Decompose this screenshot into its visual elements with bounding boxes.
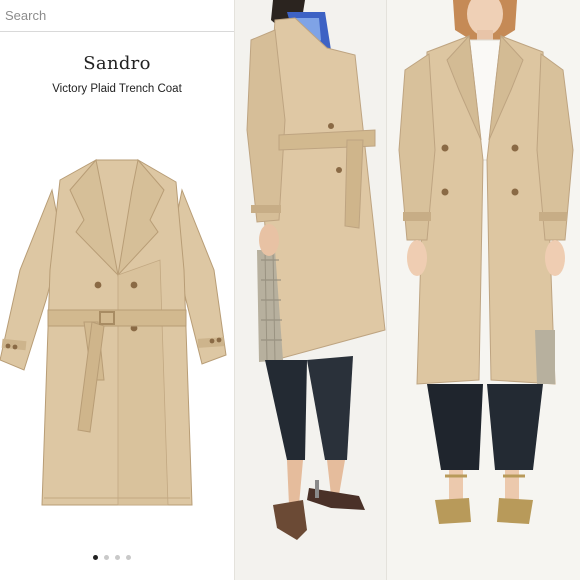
- carousel-dot[interactable]: [93, 555, 98, 560]
- product-title: Victory Plaid Trench Coat: [52, 83, 182, 95]
- carousel-dot[interactable]: [126, 555, 131, 560]
- model-photo-front[interactable]: [386, 0, 580, 580]
- product-image[interactable]: [0, 150, 234, 510]
- carousel-dot[interactable]: [104, 555, 109, 560]
- search-bar[interactable]: [0, 0, 234, 32]
- carousel-dot[interactable]: [115, 555, 120, 560]
- model-side-illustration: [235, 0, 387, 580]
- model-photo-side[interactable]: [234, 0, 387, 580]
- search-input[interactable]: [5, 5, 225, 25]
- product-brand: Sandro: [83, 53, 151, 74]
- model-front-illustration: [387, 0, 580, 580]
- carousel-dots[interactable]: [93, 555, 131, 560]
- trench-coat-illustration: [0, 158, 227, 506]
- product-panel: Sandro Victory Plaid Trench Coat: [0, 0, 234, 580]
